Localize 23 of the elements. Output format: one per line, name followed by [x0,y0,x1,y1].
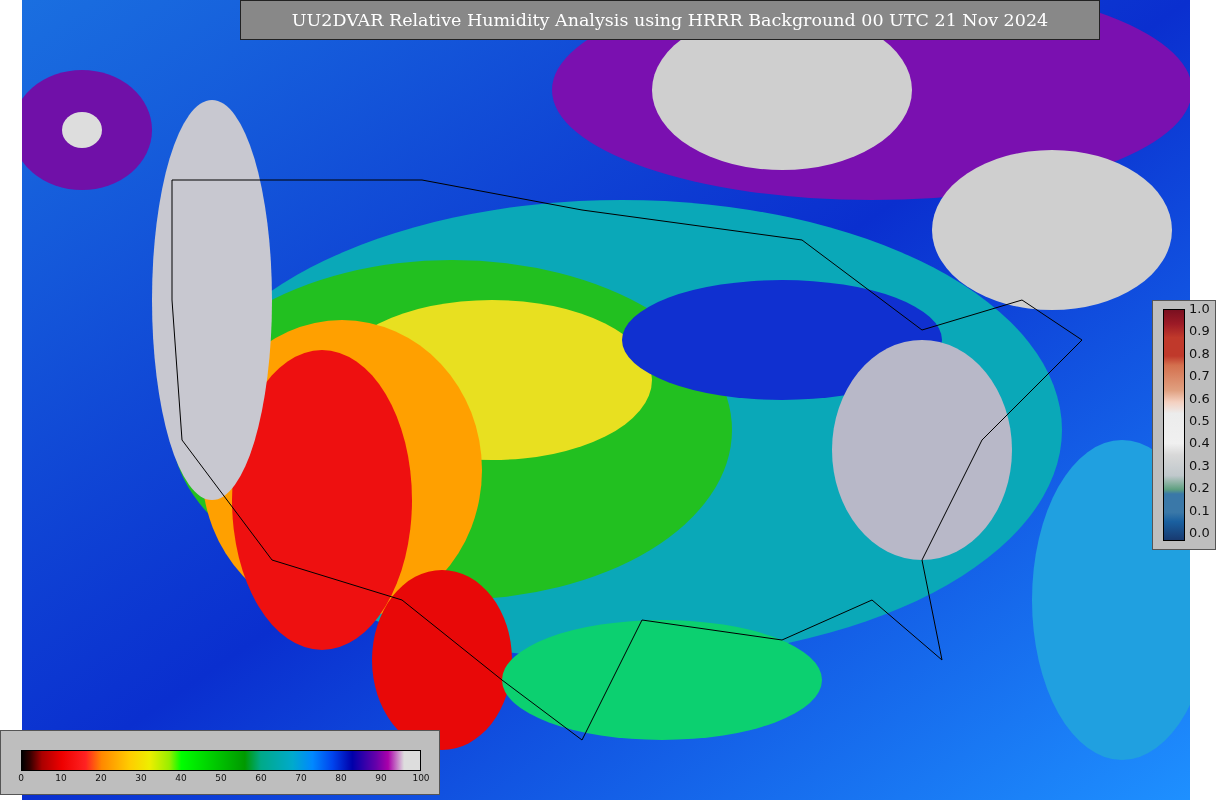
colorbar-tick-label: 0.3 [1189,457,1210,474]
colorbar-tick-label: 10 [55,773,67,783]
colorbar-tick-label: 0.8 [1189,345,1210,362]
colorbar-tick-label: 80 [335,773,347,783]
colorbar-tick-label: 0.5 [1189,412,1210,429]
colorbar-tick-label: 0.2 [1189,480,1210,497]
colorbar-tick-label: 1.0 [1189,301,1210,317]
colorbar-tick-label: 60 [255,773,267,783]
colorbar-tick-label: 30 [135,773,147,783]
colorbar-tick-label: 100 [412,773,430,783]
colorbar-tick-label: 0.1 [1189,502,1210,519]
colorbar-tick-label: 50 [215,773,227,783]
colorbar-tick-label: 0.9 [1189,323,1210,340]
colorbar-tick-label: 20 [95,773,107,783]
colorbar-tick-label: 70 [295,773,307,783]
colorbar-tick-label: 90 [375,773,387,783]
colorbar-tick-label: 0.7 [1189,368,1210,385]
map-title: UU2DVAR Relative Humidity Analysis using HRRR Background 00 UTC 21 Nov 2024 [240,0,1100,40]
colorbar-tick-label: 40 [175,773,187,783]
colorbar-tick-label: 0.4 [1189,435,1210,452]
colorbar-tick-label: 0 [18,773,24,783]
colorbar-tick-label: 0.0 [1189,524,1210,541]
colorbar-tick-label: 0.6 [1189,390,1210,407]
